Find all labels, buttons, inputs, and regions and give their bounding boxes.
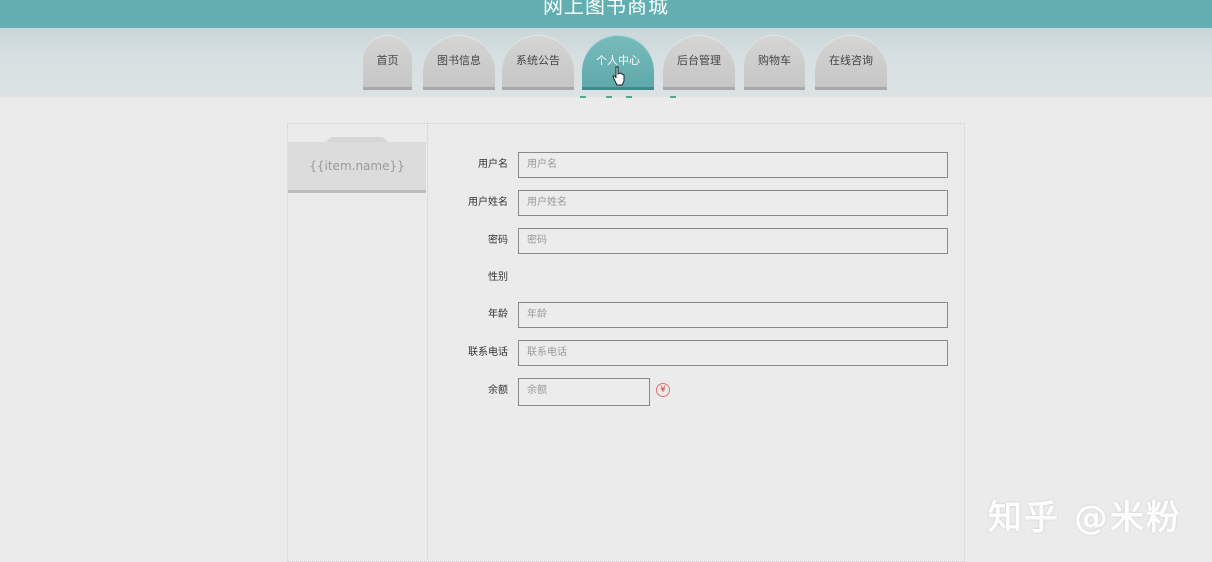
tab-announcements[interactable]: 系统公告 bbox=[502, 35, 574, 90]
phone-input[interactable]: 联系电话 bbox=[518, 340, 948, 366]
hand-pointer-icon bbox=[612, 66, 625, 86]
top-header-bar: 网上图书商城 bbox=[0, 0, 1212, 28]
label-password: 密码 bbox=[488, 235, 508, 246]
main-nav: 首页 图书信息 系统公告 个人中心 后台管理 购物车 在线咨询 bbox=[0, 35, 1212, 91]
username-input[interactable]: 用户名 bbox=[518, 152, 948, 178]
partial-section-heading bbox=[560, 90, 700, 100]
tab-admin[interactable]: 后台管理 bbox=[663, 35, 735, 90]
label-gender: 性别 bbox=[488, 272, 508, 283]
password-input[interactable]: 密码 bbox=[518, 228, 948, 254]
label-balance: 余额 bbox=[488, 385, 508, 396]
label-age: 年龄 bbox=[488, 309, 508, 320]
fullname-input[interactable]: 用户姓名 bbox=[518, 190, 948, 216]
label-phone: 联系电话 bbox=[468, 347, 508, 358]
sidebar-item[interactable]: {{item.name}} bbox=[288, 142, 426, 193]
yen-icon: ¥ bbox=[656, 383, 670, 397]
site-title: 网上图书商城 bbox=[543, 0, 669, 18]
tab-cart[interactable]: 购物车 bbox=[744, 35, 805, 90]
tab-home[interactable]: 首页 bbox=[363, 35, 412, 90]
tab-online-consult[interactable]: 在线咨询 bbox=[815, 35, 887, 90]
watermark: 知乎 @米粉 bbox=[988, 498, 1182, 538]
label-username: 用户名 bbox=[478, 159, 508, 170]
label-fullname: 用户姓名 bbox=[468, 197, 508, 208]
age-input[interactable]: 年龄 bbox=[518, 302, 948, 328]
tab-book-info[interactable]: 图书信息 bbox=[423, 35, 495, 90]
balance-input[interactable]: 余额 bbox=[518, 378, 650, 406]
gender-select[interactable] bbox=[518, 265, 638, 291]
